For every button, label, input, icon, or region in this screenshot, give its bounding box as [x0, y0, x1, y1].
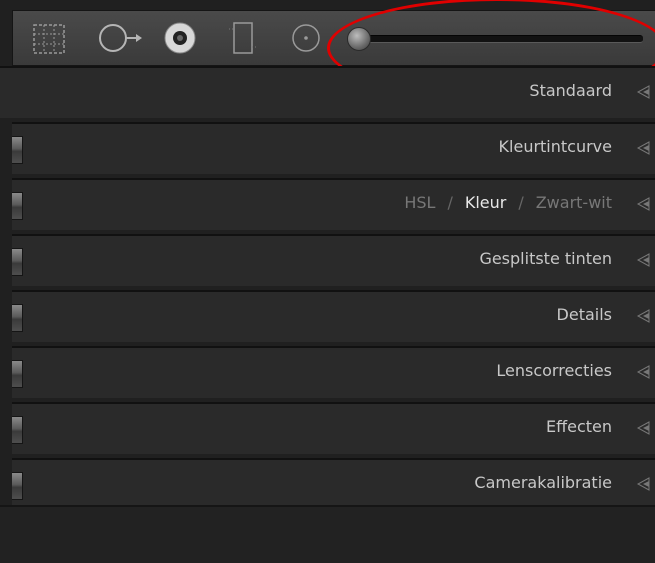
panel-toggle-switch[interactable]	[12, 192, 23, 220]
panel-lenscorrecties[interactable]: Lenscorrecties	[12, 346, 655, 398]
collapse-triangle-icon[interactable]	[635, 197, 651, 211]
crop-overlay-icon[interactable]	[98, 23, 146, 53]
collapse-triangle-icon[interactable]	[635, 365, 651, 379]
panel-toggle-switch[interactable]	[12, 248, 23, 276]
collapse-triangle-icon[interactable]	[635, 421, 651, 435]
panel-tab-group: HSL / Kleur / Zwart-wit	[404, 193, 612, 212]
panel-label: Kleurtintcurve	[498, 137, 612, 156]
panel-label: Camerakalibratie	[474, 473, 612, 492]
panel-label: Lenscorrecties	[496, 361, 612, 380]
panel-hsl-kleur-zwartwit[interactable]: HSL / Kleur / Zwart-wit	[12, 178, 655, 230]
radial-filter-icon[interactable]	[291, 23, 321, 53]
panel-label: Effecten	[545, 417, 612, 436]
panel-toggle-switch[interactable]	[12, 136, 23, 164]
graduated-filter-icon[interactable]	[228, 21, 258, 55]
spot-removal-icon[interactable]	[163, 21, 197, 55]
tab-kleur[interactable]: Kleur	[465, 193, 507, 212]
collapse-triangle-icon[interactable]	[635, 141, 651, 155]
slider-track[interactable]	[353, 35, 643, 43]
panel-label: Details	[556, 305, 612, 324]
grid-overlay-icon[interactable]	[33, 24, 65, 54]
panel-toggle-switch[interactable]	[12, 472, 23, 500]
panel-standaard[interactable]: Standaard	[0, 66, 655, 118]
collapse-triangle-icon[interactable]	[635, 309, 651, 323]
panel-kleurtintcurve[interactable]: Kleurtintcurve	[12, 122, 655, 174]
collapse-triangle-icon[interactable]	[635, 85, 651, 99]
tab-separator: /	[447, 193, 453, 212]
panel-gesplitste-tinten[interactable]: Gesplitste tinten	[12, 234, 655, 286]
tab-separator: /	[518, 193, 524, 212]
collapse-triangle-icon[interactable]	[635, 477, 651, 491]
panel-details[interactable]: Details	[12, 290, 655, 342]
tab-hsl[interactable]: HSL	[404, 193, 435, 212]
panel-toggle-switch[interactable]	[12, 416, 23, 444]
panel-camerakalibratie[interactable]: Camerakalibratie	[12, 458, 655, 510]
panel-toggle-switch[interactable]	[12, 360, 23, 388]
panel-label: Gesplitste tinten	[479, 249, 612, 268]
collapse-triangle-icon[interactable]	[635, 253, 651, 267]
panel-effecten[interactable]: Effecten	[12, 402, 655, 454]
panel-footer-area	[0, 505, 655, 563]
tool-strip	[12, 10, 655, 66]
tab-zwart-wit[interactable]: Zwart-wit	[536, 193, 612, 212]
panel-label: Standaard	[529, 81, 612, 100]
panel-toggle-switch[interactable]	[12, 304, 23, 332]
slider-knob[interactable]	[347, 27, 371, 51]
